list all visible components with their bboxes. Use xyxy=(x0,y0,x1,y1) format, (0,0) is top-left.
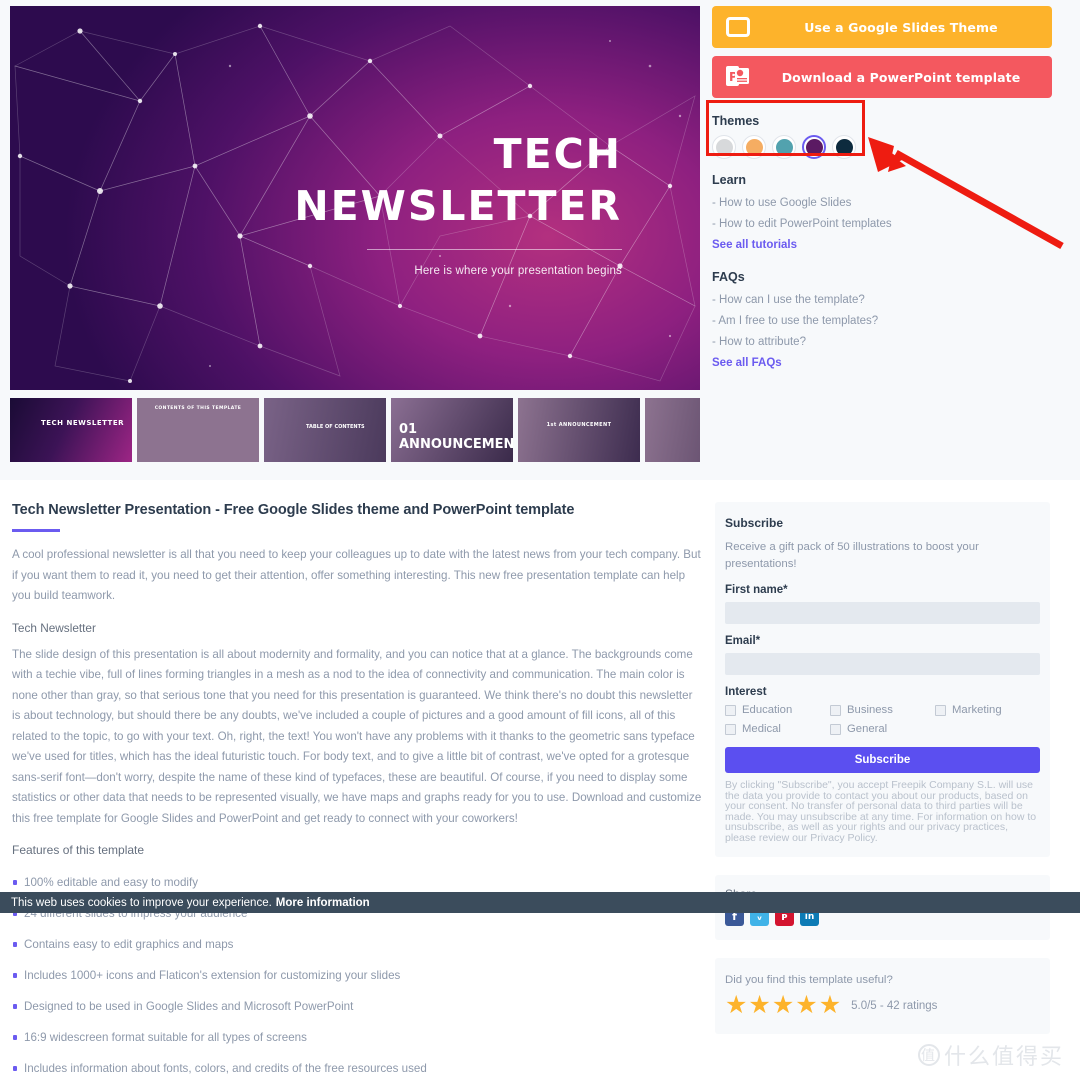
feature-item-3: Includes 1000+ icons and Flaticon's exte… xyxy=(12,960,702,991)
theme-swatch-orange[interactable] xyxy=(742,135,766,159)
download-powerpoint-button[interactable]: P Download a PowerPoint template xyxy=(712,56,1052,98)
feature-item-4: Designed to be used in Google Slides and… xyxy=(12,991,702,1022)
subscribe-description: Receive a gift pack of 50 illustrations … xyxy=(725,541,979,570)
rating-card: Did you find this template useful? ★ ★ ★… xyxy=(715,958,1050,1034)
template-preview-section: TECH NEWSLETTER Here is where your prese… xyxy=(0,0,1080,480)
thumbnail-0[interactable]: TECH NEWSLETTER xyxy=(10,398,132,462)
hero-divider xyxy=(367,249,622,250)
interest-marketing[interactable]: Marketing xyxy=(935,704,1040,716)
feature-item-6: Includes information about fonts, colors… xyxy=(12,1053,702,1081)
themes-title: Themes xyxy=(712,114,760,128)
checkbox-box[interactable] xyxy=(935,704,946,716)
interest-medical[interactable]: Medical xyxy=(725,723,830,735)
learn-section: Learn - How to use Google Slides - How t… xyxy=(712,173,1052,256)
thumbnail-4[interactable]: 1st ANNOUNCEMENT xyxy=(518,398,640,462)
learn-title: Learn xyxy=(712,173,747,187)
thumbnail-1-label: CONTENTS OF THIS TEMPLATE xyxy=(154,406,242,411)
feature-item-2: Contains easy to edit graphics and maps xyxy=(12,929,702,960)
slides-icon xyxy=(726,17,750,37)
interest-checkbox-grid: Education Business Marketing Medical Gen… xyxy=(725,704,1040,735)
thumbnail-3[interactable]: 01 ANNOUNCEMENTS xyxy=(391,398,513,462)
subscribe-card: Subscribe Receive a gift pack of 50 illu… xyxy=(715,502,1050,857)
faq-link-1[interactable]: - Am I free to use the templates? xyxy=(712,311,1052,332)
star-rating[interactable]: ★ ★ ★ ★ ★ 5.0/5 - 42 ratings xyxy=(725,993,1040,1018)
learn-link-1[interactable]: - How to edit PowerPoint templates xyxy=(712,214,1052,235)
theme-swatch-purple[interactable] xyxy=(802,135,826,159)
rating-question: Did you find this template useful? xyxy=(725,974,893,986)
themes-section: Themes xyxy=(712,114,1052,159)
slide-thumbnail-strip[interactable]: TECH NEWSLETTER CONTENTS OF THIS TEMPLAT… xyxy=(10,398,700,462)
faqs-title: FAQs xyxy=(712,270,745,284)
interest-label: Interest xyxy=(725,686,767,698)
feature-item-5: 16:9 widescreen format suitable for all … xyxy=(12,1022,702,1053)
download-rail: Use a Google Slides Theme P Download a P… xyxy=(712,6,1052,374)
theme-swatch-row[interactable] xyxy=(712,135,1052,159)
subscribe-legal-text: By clicking "Subscribe", you accept Free… xyxy=(725,779,1037,844)
page-title: Tech Newsletter Presentation - Free Goog… xyxy=(12,502,575,518)
theme-swatch-gray[interactable] xyxy=(712,135,736,159)
features-title: Features of this template xyxy=(12,843,145,857)
thumbnail-5[interactable]: 2nd ANNOUNCEMENT xyxy=(645,398,700,462)
article-intro: A cool professional newsletter is all th… xyxy=(12,548,701,602)
subscribe-button[interactable]: Subscribe xyxy=(725,747,1040,773)
star-5[interactable]: ★ xyxy=(819,993,841,1018)
thumbnail-2-label: TABLE OF CONTENTS xyxy=(306,424,365,430)
theme-swatch-navy[interactable] xyxy=(832,135,856,159)
cookie-more-information-link[interactable]: More information xyxy=(276,897,370,909)
use-google-slides-theme-label: Use a Google Slides Theme xyxy=(804,19,998,35)
first-name-input[interactable] xyxy=(725,602,1040,624)
thumbnail-2[interactable]: TABLE OF CONTENTS xyxy=(264,398,386,462)
interest-business-label: Business xyxy=(847,704,893,716)
title-underline xyxy=(12,529,60,532)
hero-title: TECH NEWSLETTER xyxy=(294,128,622,232)
first-name-label: First name* xyxy=(725,584,788,596)
checkbox-box[interactable] xyxy=(725,704,736,716)
hero-title-line1: TECH xyxy=(493,130,622,178)
faqs-section: FAQs - How can I use the template? - Am … xyxy=(712,270,1052,374)
interest-marketing-label: Marketing xyxy=(952,704,1002,716)
sidebar-column: Subscribe Receive a gift pack of 50 illu… xyxy=(715,502,1050,1034)
checkbox-box[interactable] xyxy=(725,723,736,735)
interest-education-label: Education xyxy=(742,704,793,716)
hero-preview[interactable]: TECH NEWSLETTER Here is where your prese… xyxy=(10,6,700,390)
see-all-faqs-link[interactable]: See all FAQs xyxy=(712,353,1052,374)
use-google-slides-theme-button[interactable]: Use a Google Slides Theme xyxy=(712,6,1052,48)
cookie-consent-bar[interactable]: This web uses cookies to improve your ex… xyxy=(0,892,1080,913)
download-powerpoint-label: Download a PowerPoint template xyxy=(781,69,1021,85)
interest-general[interactable]: General xyxy=(830,723,935,735)
star-4[interactable]: ★ xyxy=(795,993,817,1018)
learn-link-0[interactable]: - How to use Google Slides xyxy=(712,193,1052,214)
article-body: The slide design of this presentation is… xyxy=(12,647,702,825)
email-input[interactable] xyxy=(725,653,1040,675)
rating-summary: 5.0/5 - 42 ratings xyxy=(851,999,938,1012)
article-subheading: Tech Newsletter xyxy=(12,620,96,635)
thumbnail-3-label: 01 ANNOUNCEMENTS xyxy=(399,422,513,452)
interest-general-label: General xyxy=(847,723,888,735)
interest-medical-label: Medical xyxy=(742,723,781,735)
interest-education[interactable]: Education xyxy=(725,704,830,716)
article-column: Tech Newsletter Presentation - Free Goog… xyxy=(12,502,702,1081)
faq-link-2[interactable]: - How to attribute? xyxy=(712,332,1052,353)
checkbox-box[interactable] xyxy=(830,704,841,716)
checkbox-box[interactable] xyxy=(830,723,841,735)
interest-business[interactable]: Business xyxy=(830,704,935,716)
star-3[interactable]: ★ xyxy=(772,993,794,1018)
page-root: TECH NEWSLETTER Here is where your prese… xyxy=(0,0,1080,1081)
star-1[interactable]: ★ xyxy=(725,993,747,1018)
hero-subtitle: Here is where your presentation begins xyxy=(414,265,622,277)
hero-title-line2: NEWSLETTER xyxy=(294,182,622,230)
email-label: Email* xyxy=(725,635,761,647)
subscribe-title: Subscribe xyxy=(725,516,784,530)
faq-link-0[interactable]: - How can I use the template? xyxy=(712,290,1052,311)
thumbnail-0-label: TECH NEWSLETTER xyxy=(40,419,124,427)
see-all-tutorials-link[interactable]: See all tutorials xyxy=(712,235,1052,256)
thumbnail-4-label: 1st ANNOUNCEMENT xyxy=(546,422,612,428)
theme-swatch-teal[interactable] xyxy=(772,135,796,159)
powerpoint-icon: P xyxy=(726,65,750,90)
thumbnail-1[interactable]: CONTENTS OF THIS TEMPLATE xyxy=(137,398,259,462)
template-details-section: Tech Newsletter Presentation - Free Goog… xyxy=(0,480,1080,1081)
cookie-text: This web uses cookies to improve your ex… xyxy=(11,896,272,909)
star-2[interactable]: ★ xyxy=(748,993,770,1018)
